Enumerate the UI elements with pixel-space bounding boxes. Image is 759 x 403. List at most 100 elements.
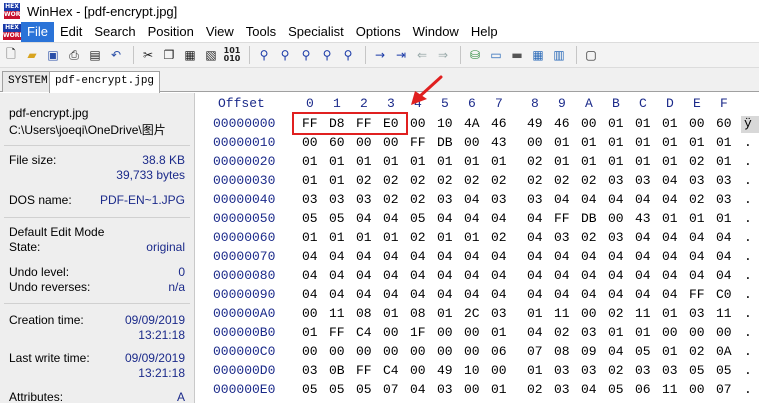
hex-byte[interactable]: 00 bbox=[302, 344, 318, 359]
hex-byte[interactable]: 11 bbox=[662, 382, 678, 397]
hex-byte[interactable]: 01 bbox=[662, 135, 678, 150]
hex-byte[interactable]: 04 bbox=[410, 287, 426, 302]
hex-byte[interactable]: 04 bbox=[527, 230, 543, 245]
hex-byte[interactable]: 01 bbox=[662, 116, 678, 131]
hex-byte[interactable]: 03 bbox=[491, 306, 507, 321]
hex-byte[interactable]: 04 bbox=[464, 192, 480, 207]
hex-byte[interactable]: 04 bbox=[491, 287, 507, 302]
hex-byte[interactable]: 03 bbox=[554, 382, 570, 397]
hex-byte[interactable]: 11 bbox=[716, 306, 732, 321]
hex-byte[interactable]: 02 bbox=[410, 230, 426, 245]
hex-row[interactable]: 000000A0 00 11 08 01 08 01 2C 03 01 11 00 02 11 01 03 11… bbox=[196, 306, 759, 325]
hex-byte[interactable]: FF bbox=[356, 363, 372, 378]
hex-byte[interactable]: 00 bbox=[491, 363, 507, 378]
document-menu-icon[interactable]: HEX WORKS bbox=[3, 24, 28, 40]
hex-byte[interactable]: 07 bbox=[716, 382, 732, 397]
hex-byte[interactable]: 60 bbox=[716, 116, 732, 131]
menu-window[interactable]: Window bbox=[407, 22, 465, 42]
hex-byte[interactable]: 03 bbox=[329, 192, 345, 207]
ascii-cell[interactable]: . bbox=[744, 325, 752, 340]
hex-byte[interactable]: 08 bbox=[356, 306, 372, 321]
menu-view[interactable]: View bbox=[200, 22, 240, 42]
hex-row[interactable]: 00000000 FF D8 FF E0 00 10 4A 46 49 46 00 01 01 01 00 60… bbox=[196, 116, 759, 135]
hex-byte[interactable]: 04 bbox=[689, 268, 705, 283]
hex-byte[interactable]: 01 bbox=[689, 135, 705, 150]
hex-byte[interactable]: 03 bbox=[356, 192, 372, 207]
hex-byte[interactable]: 49 bbox=[437, 363, 453, 378]
hex-byte[interactable]: 00 bbox=[356, 135, 372, 150]
hex-byte[interactable]: 04 bbox=[635, 268, 651, 283]
hex-byte[interactable]: 04 bbox=[581, 382, 597, 397]
hex-byte[interactable]: 04 bbox=[491, 211, 507, 226]
hex-byte[interactable]: C4 bbox=[383, 363, 399, 378]
hex-byte[interactable]: 05 bbox=[689, 363, 705, 378]
hex-byte[interactable]: 03 bbox=[491, 192, 507, 207]
hex-byte[interactable]: 01 bbox=[302, 325, 318, 340]
hex-byte[interactable]: 01 bbox=[410, 154, 426, 169]
hex-byte[interactable]: 03 bbox=[635, 363, 651, 378]
hex-byte[interactable]: 00 bbox=[464, 382, 480, 397]
hex-byte[interactable]: 01 bbox=[608, 154, 624, 169]
hex-byte[interactable]: 11 bbox=[329, 306, 345, 321]
hex-byte[interactable]: 01 bbox=[329, 230, 345, 245]
save-icon[interactable]: ▣ bbox=[44, 46, 62, 64]
hex-byte[interactable]: 01 bbox=[608, 135, 624, 150]
hex-byte[interactable]: 01 bbox=[329, 173, 345, 188]
hex-byte[interactable]: 04 bbox=[410, 268, 426, 283]
hex-byte[interactable]: FF bbox=[329, 325, 345, 340]
hex-byte[interactable]: 04 bbox=[527, 211, 543, 226]
hex-byte[interactable]: 01 bbox=[662, 154, 678, 169]
hex-byte[interactable]: 03 bbox=[527, 192, 543, 207]
hex-byte[interactable]: 04 bbox=[662, 249, 678, 264]
hex-byte[interactable]: 01 bbox=[302, 154, 318, 169]
hex-byte[interactable]: 01 bbox=[635, 135, 651, 150]
hex-byte[interactable]: 04 bbox=[410, 249, 426, 264]
hex-row[interactable]: 000000B0 01 FF C4 00 1F 00 00 01 04 02 03 01 01 00 00 00… bbox=[196, 325, 759, 344]
hex-byte[interactable]: 00 bbox=[437, 344, 453, 359]
hex-byte[interactable]: 04 bbox=[635, 192, 651, 207]
find-hex-icon[interactable]: ⚲ bbox=[276, 46, 294, 64]
hex-byte[interactable]: 00 bbox=[410, 344, 426, 359]
hex-byte[interactable]: 04 bbox=[662, 192, 678, 207]
hex-byte[interactable]: 00 bbox=[527, 135, 543, 150]
ascii-cell[interactable]: . bbox=[744, 192, 752, 207]
hex-byte[interactable]: 04 bbox=[689, 249, 705, 264]
hex-byte[interactable]: 01 bbox=[356, 154, 372, 169]
ram-editor-icon[interactable]: ▭ bbox=[487, 46, 505, 64]
hex-byte[interactable]: 02 bbox=[527, 154, 543, 169]
hex-byte[interactable]: 01 bbox=[491, 154, 507, 169]
hex-byte[interactable]: 04 bbox=[608, 268, 624, 283]
paste-special-icon[interactable]: ▧ bbox=[202, 46, 220, 64]
hex-byte[interactable]: 04 bbox=[329, 287, 345, 302]
hex-byte[interactable]: FF bbox=[689, 287, 705, 302]
hex-byte[interactable]: 04 bbox=[464, 287, 480, 302]
hex-byte[interactable]: 04 bbox=[464, 268, 480, 283]
hex-byte[interactable]: 01 bbox=[437, 306, 453, 321]
hex-byte[interactable]: 05 bbox=[356, 382, 372, 397]
hex-byte[interactable]: 00 bbox=[302, 306, 318, 321]
hex-byte[interactable]: 03 bbox=[716, 192, 732, 207]
hex-row[interactable]: 00000090 04 04 04 04 04 04 04 04 04 04 04 04 04 04 FF C0… bbox=[196, 287, 759, 306]
hex-byte[interactable]: 00 bbox=[689, 325, 705, 340]
hex-byte[interactable]: 04 bbox=[329, 249, 345, 264]
hex-byte[interactable]: 01 bbox=[662, 211, 678, 226]
hex-byte[interactable]: C4 bbox=[356, 325, 372, 340]
hex-byte[interactable]: 01 bbox=[635, 116, 651, 131]
hex-byte[interactable]: 49 bbox=[527, 116, 543, 131]
menu-position[interactable]: Position bbox=[142, 22, 200, 42]
hex-byte[interactable]: 06 bbox=[635, 382, 651, 397]
hex-byte[interactable]: 04 bbox=[581, 287, 597, 302]
hex-byte[interactable]: 00 bbox=[383, 344, 399, 359]
hex-byte[interactable]: 03 bbox=[554, 230, 570, 245]
hex-byte[interactable]: 04 bbox=[527, 268, 543, 283]
hex-byte[interactable]: 0B bbox=[329, 363, 345, 378]
hex-byte[interactable]: 04 bbox=[383, 249, 399, 264]
hex-byte[interactable]: 04 bbox=[635, 287, 651, 302]
hex-byte[interactable]: 01 bbox=[437, 230, 453, 245]
hex-byte[interactable]: 04 bbox=[581, 192, 597, 207]
hex-byte[interactable]: 0A bbox=[716, 344, 732, 359]
hex-byte[interactable]: 02 bbox=[410, 173, 426, 188]
hex-byte[interactable]: 01 bbox=[383, 230, 399, 245]
hex-byte[interactable]: 04 bbox=[302, 287, 318, 302]
hex-byte[interactable]: 06 bbox=[491, 344, 507, 359]
